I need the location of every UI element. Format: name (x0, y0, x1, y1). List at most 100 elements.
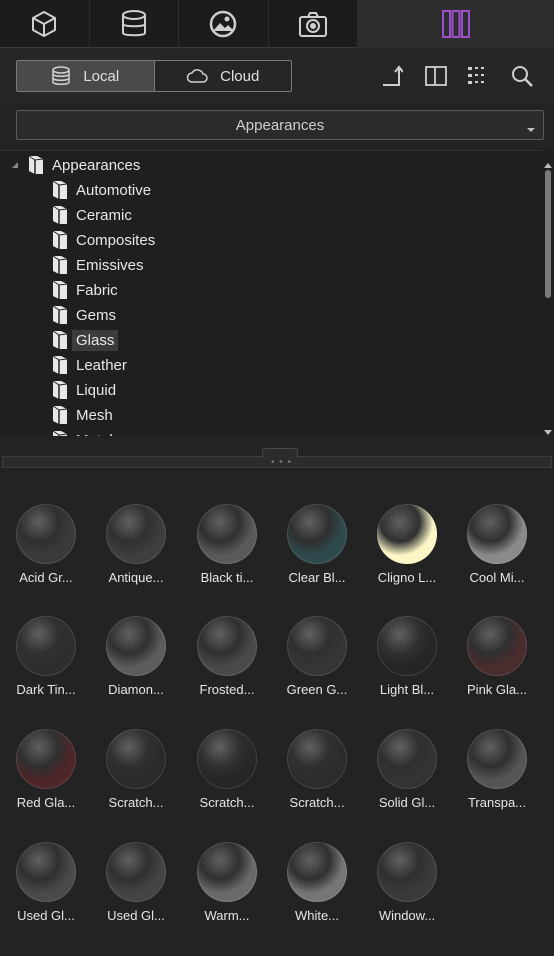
material-thumbnail (197, 729, 257, 789)
material-thumbnail (197, 842, 257, 902)
material-label: Pink Gla... (467, 682, 527, 697)
tree-item[interactable]: Leather (52, 353, 127, 377)
folder-tree: Appearances Automotive Ceramic Composites Em… (0, 150, 554, 436)
material-thumbnail (377, 729, 437, 789)
material-item[interactable]: Cool Mi... (451, 500, 541, 600)
search-icon[interactable] (510, 64, 534, 88)
collapse-arrow-icon[interactable] (12, 162, 18, 168)
tree-item[interactable]: Liquid (52, 378, 116, 402)
material-label: Scratch... (289, 795, 345, 810)
material-item[interactable]: Red Gla... (0, 725, 90, 825)
tree-item[interactable]: Fabric (52, 278, 118, 302)
folder-icon (52, 380, 68, 400)
material-thumbnail (106, 616, 166, 676)
chevron-down-icon (527, 120, 535, 137)
image-icon (208, 9, 238, 39)
tree-item[interactable]: Automotive (52, 178, 151, 202)
tree-item[interactable]: Gems (52, 303, 116, 327)
camera-icon (298, 10, 328, 38)
material-thumbnail (16, 842, 76, 902)
cloud-icon (186, 68, 208, 84)
tree-item[interactable]: Composites (52, 228, 155, 252)
cube-icon (29, 9, 59, 39)
material-label: Black ti... (200, 570, 254, 585)
material-item[interactable]: Scratch... (90, 725, 180, 825)
tree-item-label: Automotive (76, 181, 152, 199)
material-item[interactable]: Scratch... (271, 725, 361, 825)
material-item[interactable]: Pink Gla... (451, 612, 541, 712)
tab-library[interactable] (358, 0, 554, 48)
material-item[interactable]: Used Gl... (0, 838, 90, 938)
tree-item[interactable]: Glass (52, 328, 119, 352)
folder-icon (52, 180, 68, 200)
material-thumbnail (106, 504, 166, 564)
material-item[interactable]: Black ti... (181, 500, 271, 600)
material-item[interactable]: Cligno L... (361, 500, 451, 600)
folder-icon (52, 355, 68, 375)
tree-item-label: Ceramic (76, 206, 132, 224)
folder-icon (52, 405, 68, 425)
material-label: Used Gl... (107, 908, 165, 923)
material-item[interactable]: Scratch... (181, 725, 271, 825)
local-label: Local (83, 67, 120, 85)
drag-handle-icon: • • • (271, 457, 293, 468)
tree-item[interactable]: Metal (52, 428, 113, 436)
material-label: Frosted... (199, 682, 255, 697)
material-item[interactable]: Frosted... (181, 612, 271, 712)
tree-item-label: Gems (76, 306, 117, 324)
material-thumbnail (377, 616, 437, 676)
panel-icon[interactable] (424, 64, 448, 88)
material-thumbnail (106, 842, 166, 902)
material-item[interactable]: Transpa... (451, 725, 541, 825)
material-thumbnail (377, 842, 437, 902)
material-label: Window... (378, 908, 436, 923)
material-item[interactable]: Clear Bl... (271, 500, 361, 600)
material-item[interactable]: Solid Gl... (361, 725, 451, 825)
tab-materials[interactable] (90, 0, 179, 48)
scrollbar-thumb[interactable] (545, 170, 551, 298)
tree-root[interactable]: Appearances (12, 153, 140, 177)
database-icon (51, 66, 71, 86)
category-dropdown[interactable]: Appearances (16, 110, 544, 140)
tree-item[interactable]: Ceramic (52, 203, 132, 227)
material-item[interactable]: Antique... (90, 500, 180, 600)
folder-icon (28, 155, 44, 175)
tree-item-label: Liquid (76, 381, 117, 399)
local-button[interactable]: Local (17, 61, 155, 91)
tree-item-label: Leather (76, 356, 127, 374)
tree-item-label: Mesh (76, 406, 113, 424)
material-grid: Acid Gr... Antique... Black ti... Clear Bl.… (0, 468, 554, 956)
material-item[interactable]: Light Bl... (361, 612, 451, 712)
material-item[interactable]: Diamon... (90, 612, 180, 712)
tree-item-label: Emissives (76, 256, 144, 274)
material-label: Clear Bl... (288, 570, 346, 585)
tree-item[interactable]: Mesh (52, 403, 113, 427)
material-label: Green G... (286, 682, 348, 697)
material-item[interactable]: White... (271, 838, 361, 938)
material-label: Cool Mi... (469, 570, 525, 585)
material-label: Antique... (108, 570, 164, 585)
material-item[interactable]: Acid Gr... (0, 500, 90, 600)
material-thumbnail (467, 616, 527, 676)
cloud-button[interactable]: Cloud (155, 61, 292, 91)
material-item[interactable]: Green G... (271, 612, 361, 712)
material-item[interactable]: Used Gl... (90, 838, 180, 938)
material-item[interactable]: Window... (361, 838, 451, 938)
tree-item-label: Appearances (52, 156, 141, 174)
material-item[interactable]: Warm... (181, 838, 271, 938)
export-icon[interactable] (380, 64, 404, 88)
tab-environment[interactable] (179, 0, 269, 48)
folder-icon (52, 305, 68, 325)
tab-model[interactable] (0, 0, 90, 48)
material-label: Scratch... (108, 795, 164, 810)
material-thumbnail (106, 729, 166, 789)
material-thumbnail (197, 616, 257, 676)
tree-view-icon[interactable] (466, 64, 490, 88)
tree-item[interactable]: Emissives (52, 253, 144, 277)
tab-camera[interactable] (269, 0, 358, 48)
material-thumbnail (287, 616, 347, 676)
material-label: Transpa... (467, 795, 527, 810)
panel-splitter[interactable]: • • • (0, 436, 554, 468)
material-thumbnail (16, 504, 76, 564)
material-item[interactable]: Dark Tin... (0, 612, 90, 712)
